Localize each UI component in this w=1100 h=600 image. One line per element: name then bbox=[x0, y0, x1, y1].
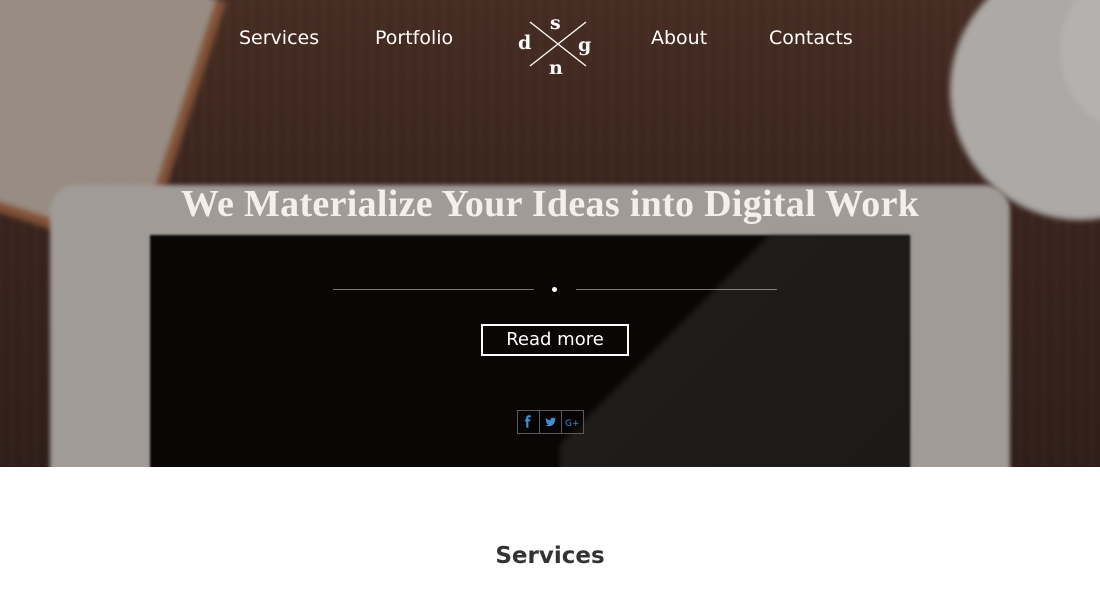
divider-line-left bbox=[333, 289, 534, 290]
site-logo[interactable]: s d g n bbox=[516, 12, 596, 79]
nav-link-portfolio[interactable]: Portfolio bbox=[375, 27, 453, 49]
nav-link-contacts[interactable]: Contacts bbox=[769, 27, 853, 49]
facebook-icon[interactable] bbox=[517, 410, 540, 434]
read-more-button[interactable]: Read more bbox=[481, 324, 629, 356]
hero-section: Services Portfolio s d g n About Contact… bbox=[0, 0, 1100, 467]
divider-line-right bbox=[576, 289, 777, 290]
twitter-icon[interactable] bbox=[539, 410, 562, 434]
google-plus-icon[interactable]: G+ bbox=[561, 410, 584, 434]
facebook-glyph bbox=[524, 415, 531, 428]
google-plus-glyph: G+ bbox=[565, 419, 580, 429]
twitter-glyph bbox=[545, 417, 556, 427]
logo-letter-g: g bbox=[578, 34, 592, 56]
logo-letter-n: n bbox=[549, 57, 563, 79]
social-links: G+ bbox=[517, 410, 584, 434]
divider-dot bbox=[552, 287, 557, 292]
hero-headline: We Materialize Your Ideas into Digital W… bbox=[180, 183, 920, 225]
nav-link-services[interactable]: Services bbox=[239, 27, 319, 49]
logo-letter-s: s bbox=[550, 12, 561, 34]
main-navigation: Services Portfolio s d g n About Contact… bbox=[0, 0, 1100, 80]
logo-letter-d: d bbox=[518, 32, 532, 54]
nav-link-about[interactable]: About bbox=[651, 27, 707, 49]
services-section-title: Services bbox=[495, 543, 605, 569]
svg-text:G+: G+ bbox=[565, 419, 580, 429]
